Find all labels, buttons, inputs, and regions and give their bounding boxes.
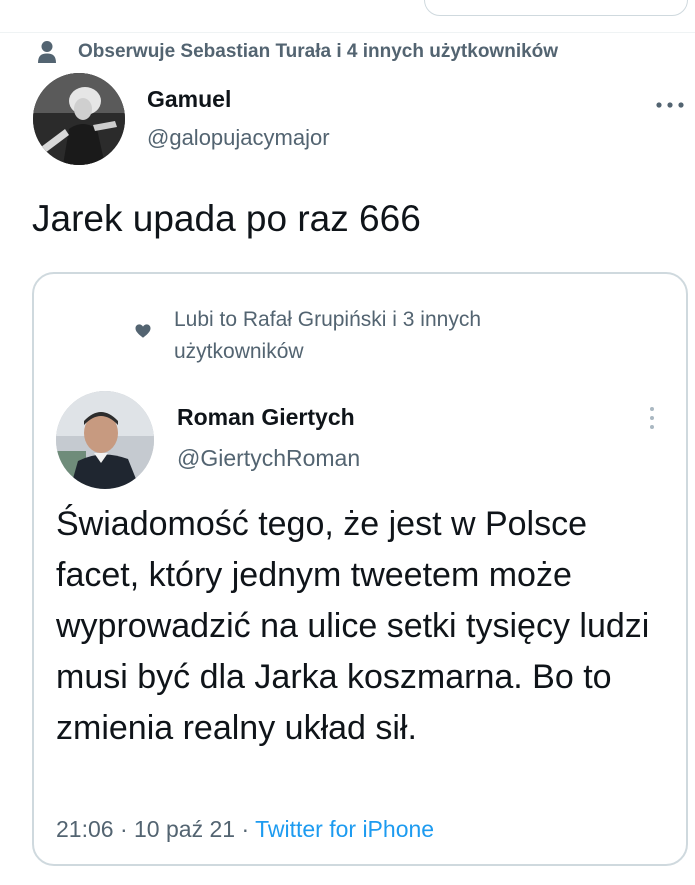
tweet-text: Jarek upada po raz 666 xyxy=(32,198,421,239)
person-icon xyxy=(36,39,58,65)
author-avatar[interactable] xyxy=(33,73,125,165)
quoted-tweet-time[interactable]: 21:06 xyxy=(56,816,114,842)
tweet-source-link[interactable]: Twitter for iPhone xyxy=(255,816,434,842)
liked-by-context[interactable]: Lubi to Rafał Grupiński i 3 innych użytk… xyxy=(174,304,594,368)
meta-separator: · xyxy=(119,816,128,842)
social-context[interactable]: Obserwuje Sebastian Turała i 4 innych uż… xyxy=(36,38,558,66)
author-handle[interactable]: @galopujacymajor xyxy=(147,125,330,151)
meta-separator: · xyxy=(241,816,250,842)
social-context-text: Obserwuje Sebastian Turała i 4 innych uż… xyxy=(78,41,559,62)
previous-card-edge xyxy=(424,0,688,16)
tweet-header: Gamuel @galopujacymajor xyxy=(33,73,685,169)
quoted-tweet-card[interactable]: Lubi to Rafał Grupiński i 3 innych użytk… xyxy=(32,272,688,866)
heart-icon xyxy=(134,322,152,340)
author-name[interactable]: Gamuel xyxy=(147,86,231,113)
more-vertical-icon[interactable] xyxy=(648,407,656,429)
quoted-tweet-meta: 21:06 · 10 paź 21 · Twitter for iPhone xyxy=(56,816,434,843)
quoted-tweet-date[interactable]: 10 paź 21 xyxy=(134,816,235,842)
quoted-author-handle[interactable]: @GiertychRoman xyxy=(177,445,360,472)
quoted-author-avatar[interactable] xyxy=(56,391,154,489)
quoted-tweet-text: Świadomość tego, że jest w Polsce facet,… xyxy=(56,505,650,747)
more-horizontal-icon[interactable] xyxy=(655,95,685,109)
divider xyxy=(0,32,695,33)
quoted-author-name[interactable]: Roman Giertych xyxy=(177,404,355,431)
